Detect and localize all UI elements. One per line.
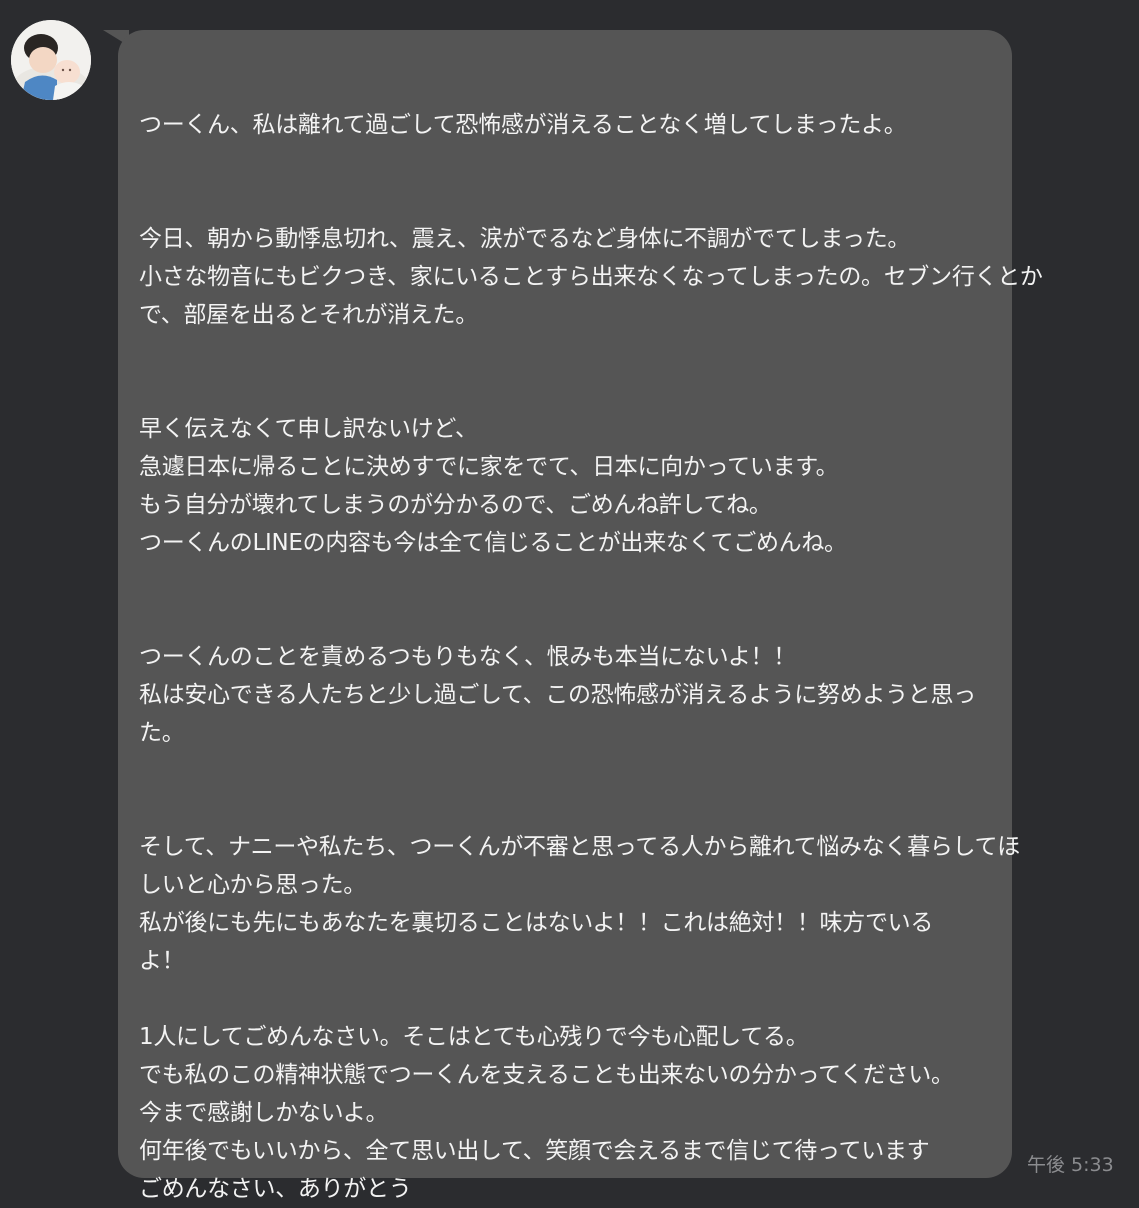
message-bubble[interactable]: つーくん、私は離れて過ごして恐怖感が消えることなく増してしまったよ。 今日、朝か… [118, 30, 1043, 1202]
message-line: 何年後でもいいから、全て思い出して、笑顔で会えるまで信じて待っています [139, 1138, 930, 1164]
message-line: 私が後にも先にもあなたを裏切ることはないよ！！これは絶対！！味方でいる [139, 910, 934, 936]
message-timestamp: 午後 5:33 [1027, 1154, 1114, 1176]
message-line: つーくんのLINEの内容も今は全て信じることが出来なくてごめんね。 [139, 530, 847, 556]
message-line: つーくん、私は離れて過ごして恐怖感が消えることなく増してしまったよ。 [139, 112, 907, 138]
message-line: 1人にしてごめんなさい。そこはとても心残りで今も心配してる。 [139, 1024, 809, 1050]
message-line: そして、ナニーや私たち、つーくんが不審と思ってる人から離れて悩みなく暮らしてほ [139, 834, 1020, 860]
message-line: た。 [139, 720, 185, 746]
message-line: よ！ [139, 948, 185, 974]
message-line: もう自分が壊れてしまうのが分かるので、ごめんね許してね。 [139, 492, 772, 518]
message-line: 小さな物音にもビクつき、家にいることすら出来なくなってしまったの。セブン行くとか [139, 264, 1043, 290]
message-line: 今まで感謝しかないよ。 [139, 1100, 389, 1126]
message-line: ごめんなさい、ありがとう [139, 1176, 412, 1202]
user-avatar-photo-icon [11, 20, 91, 100]
message-line: つーくんのことを責めるつもりもなく、恨みも本当にないよ！！ [139, 644, 796, 670]
message-line: 急遽日本に帰ることに決めすでに家をでて、日本に向かっています。 [139, 454, 839, 480]
message-line: で、部屋を出るとそれが消えた。 [139, 302, 478, 328]
message-line: しいと心から思った。 [139, 872, 367, 898]
message-line: でも私のこの精神状態でつーくんを支えることも出来ないの分かってください。 [139, 1062, 954, 1088]
message-line: 私は安心できる人たちと少し過ごして、この恐怖感が消えるように努めようと思っ [139, 682, 976, 708]
avatar[interactable] [11, 20, 91, 100]
message-line: 今日、朝から動悸息切れ、震え、涙がでるなど身体に不調がでてしまった。 [139, 226, 911, 252]
message-line: 早く伝えなくて申し訳ないけど、 [139, 416, 478, 442]
